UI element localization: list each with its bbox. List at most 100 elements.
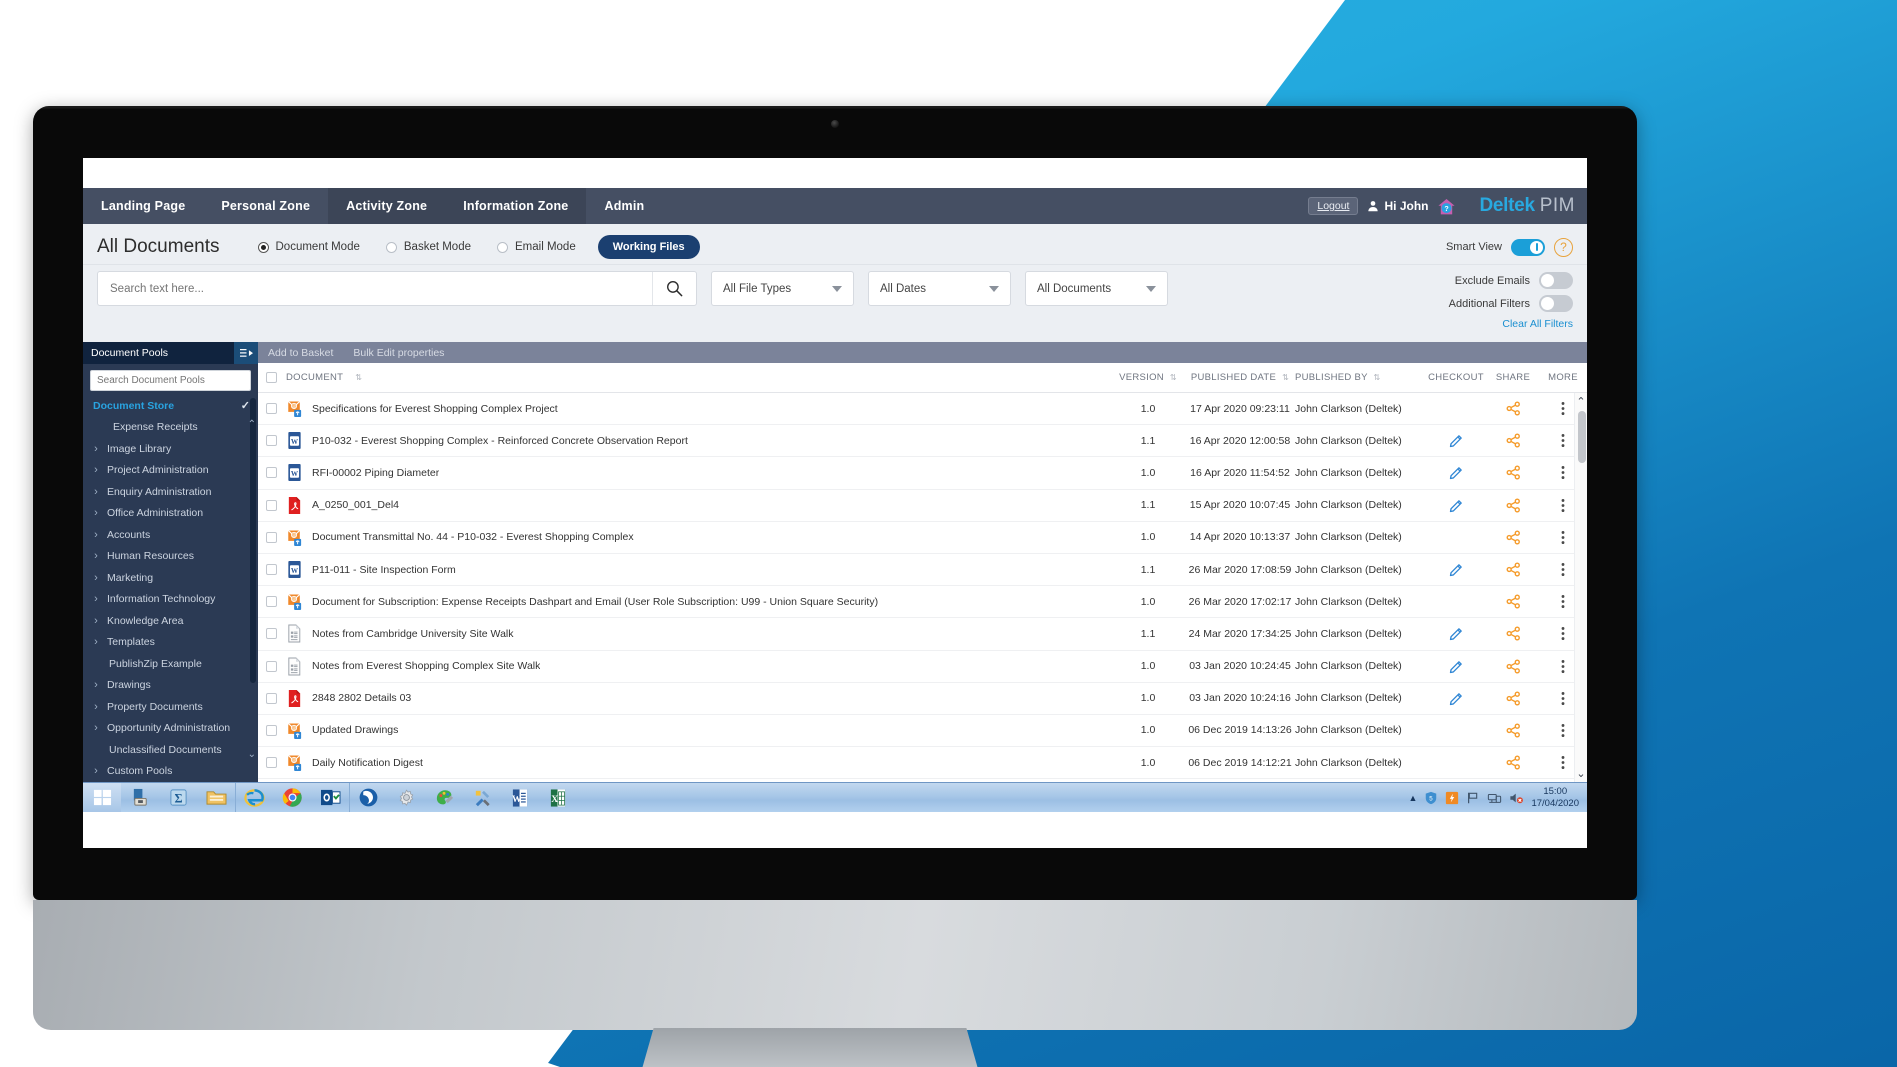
sidebar-item-enquiry-administration[interactable]: › Enquiry Administration <box>83 481 258 503</box>
more-options-icon[interactable] <box>1561 594 1565 609</box>
sidebar-item-information-technology[interactable]: › Information Technology <box>83 589 258 611</box>
taskbar-file-explorer-icon[interactable] <box>197 783 235 812</box>
document-cell[interactable]: 2848 2802 Details 03 <box>284 689 1111 708</box>
table-row[interactable]: @ Specifications for Everest Shopping Com… <box>258 393 1587 426</box>
chevron-right-icon[interactable]: › <box>89 443 103 455</box>
checkout-pencil-icon[interactable] <box>1449 562 1464 577</box>
document-cell[interactable]: A_0250_001_Del4 <box>284 496 1111 515</box>
share-cell[interactable] <box>1487 659 1539 674</box>
nav-item-landing-page[interactable]: Landing Page <box>83 188 203 224</box>
taskbar-sigma-icon[interactable]: Σ <box>159 783 197 812</box>
share-cell[interactable] <box>1487 723 1539 738</box>
row-checkbox[interactable] <box>265 435 277 447</box>
more-options-icon[interactable] <box>1561 530 1565 545</box>
share-icon[interactable] <box>1506 562 1521 577</box>
exclude-emails-toggle[interactable] <box>1539 272 1573 289</box>
document-name[interactable]: Daily Notification Digest <box>312 757 423 769</box>
taskbar-outlook-icon[interactable] <box>311 783 349 812</box>
sidebar-item-image-library[interactable]: › Image Library <box>83 438 258 460</box>
sidebar-item-knowledge-area[interactable]: › Knowledge Area <box>83 610 258 632</box>
sidebar-item-project-administration[interactable]: › Project Administration <box>83 460 258 482</box>
chevron-down-icon[interactable]: ⌄ <box>248 749 256 760</box>
sidebar-item-expense-receipts[interactable]: Expense Receipts <box>83 417 258 439</box>
home-help-icon[interactable]: ? <box>1437 197 1456 216</box>
row-checkbox[interactable] <box>265 596 277 608</box>
table-row[interactable]: W P10-032 - Everest Shopping Complex - Re… <box>258 425 1587 458</box>
logout-button[interactable]: Logout <box>1308 197 1359 215</box>
chevron-right-icon[interactable]: › <box>89 550 103 562</box>
row-checkbox[interactable] <box>265 724 277 736</box>
share-cell[interactable] <box>1487 530 1539 545</box>
row-checkbox[interactable] <box>265 467 277 479</box>
checkout-cell[interactable] <box>1425 433 1487 448</box>
document-name[interactable]: Document for Subscription: Expense Recei… <box>312 596 878 608</box>
more-options-icon[interactable] <box>1561 626 1565 641</box>
radio-basket-mode[interactable]: Basket Mode <box>385 241 471 253</box>
user-greeting[interactable]: Hi John <box>1367 199 1428 213</box>
row-checkbox[interactable] <box>265 403 277 415</box>
table-row[interactable]: W P11-011 - Site Inspection Form 1.1 26 Mar… <box>258 554 1587 587</box>
documents-select[interactable]: All Documents <box>1025 271 1168 306</box>
sidebar-item-unclassified-documents[interactable]: Unclassified Documents <box>83 739 258 761</box>
document-cell[interactable]: @ Daily Notification Digest <box>284 753 1111 772</box>
taskbar-tools-icon[interactable] <box>463 783 501 812</box>
add-to-basket-button[interactable]: Add to Basket <box>268 347 333 359</box>
share-cell[interactable] <box>1487 626 1539 641</box>
row-checkbox[interactable] <box>265 564 277 576</box>
checkout-pencil-icon[interactable] <box>1449 433 1464 448</box>
volume-muted-icon[interactable] <box>1509 791 1524 805</box>
th-document[interactable]: DOCUMENT ⇅ <box>284 372 1111 383</box>
working-files-button[interactable]: Working Files <box>597 235 700 259</box>
th-published-date[interactable]: PUBLISHED DATE ⇅ <box>1185 372 1295 383</box>
windows-start-icon[interactable] <box>83 783 121 812</box>
additional-filters-toggle[interactable] <box>1539 295 1573 312</box>
question-mark-icon[interactable]: ? <box>1554 237 1573 257</box>
table-row[interactable]: A_0250_001_Del4 1.1 15 Apr 2020 10:07:45 Jo… <box>258 490 1587 522</box>
more-options-icon[interactable] <box>1561 755 1565 770</box>
checkout-pencil-icon[interactable] <box>1449 465 1464 480</box>
share-cell[interactable] <box>1487 691 1539 706</box>
taskbar-toolbox-icon[interactable] <box>121 783 159 812</box>
chevron-right-icon[interactable]: › <box>89 722 103 734</box>
checkout-cell[interactable] <box>1425 465 1487 480</box>
share-cell[interactable] <box>1487 755 1539 770</box>
sidebar-item-opportunity-administration[interactable]: › Opportunity Administration <box>83 718 258 740</box>
document-cell[interactable]: W P10-032 - Everest Shopping Complex - Re… <box>284 431 1111 450</box>
document-name[interactable]: Notes from Cambridge University Site Wal… <box>312 628 514 640</box>
checkout-pencil-icon[interactable] <box>1449 659 1464 674</box>
smart-view-toggle[interactable] <box>1511 238 1545 256</box>
document-cell[interactable]: @ Document Transmittal No. 44 - P10-032 -… <box>284 528 1111 547</box>
share-cell[interactable] <box>1487 465 1539 480</box>
share-icon[interactable] <box>1506 594 1521 609</box>
table-row[interactable]: Notes from Everest Shopping Complex Site… <box>258 651 1587 683</box>
flag-icon[interactable] <box>1466 791 1480 805</box>
table-row[interactable]: 2848 2802 Details 03 1.0 03 Jan 2020 10:24… <box>258 683 1587 715</box>
share-icon[interactable] <box>1506 626 1521 641</box>
share-icon[interactable] <box>1506 723 1521 738</box>
share-icon[interactable] <box>1506 433 1521 448</box>
share-icon[interactable] <box>1506 498 1521 513</box>
share-cell[interactable] <box>1487 562 1539 577</box>
row-checkbox[interactable] <box>265 692 277 704</box>
share-cell[interactable] <box>1487 401 1539 416</box>
sidebar-item-office-administration[interactable]: › Office Administration <box>83 503 258 525</box>
chevron-down-icon[interactable]: ⌄ <box>1576 765 1585 782</box>
radio-email-mode[interactable]: Email Mode <box>497 241 576 253</box>
nav-item-activity-zone[interactable]: Activity Zone <box>328 188 446 224</box>
list-add-icon[interactable] <box>234 342 258 364</box>
file-type-select[interactable]: All File Types <box>711 271 854 306</box>
shield-icon[interactable]: 5 <box>1424 791 1438 805</box>
taskbar-gear-icon[interactable] <box>387 783 425 812</box>
chevron-right-icon[interactable]: › <box>89 486 103 498</box>
chevron-right-icon[interactable]: › <box>89 464 103 476</box>
checkout-cell[interactable] <box>1425 562 1487 577</box>
row-checkbox[interactable] <box>265 660 277 672</box>
share-cell[interactable] <box>1487 498 1539 513</box>
chevron-right-icon[interactable]: › <box>89 615 103 627</box>
table-row[interactable]: @ Daily Notification Digest 1.0 06 Dec 2019… <box>258 747 1587 780</box>
bulk-edit-properties-button[interactable]: Bulk Edit properties <box>353 347 444 359</box>
sidebar-item-templates[interactable]: › Templates <box>83 632 258 654</box>
share-icon[interactable] <box>1506 465 1521 480</box>
search-document-pools-input[interactable] <box>90 370 251 391</box>
table-scrollbar[interactable]: ⌃ ⌄ <box>1574 393 1587 782</box>
